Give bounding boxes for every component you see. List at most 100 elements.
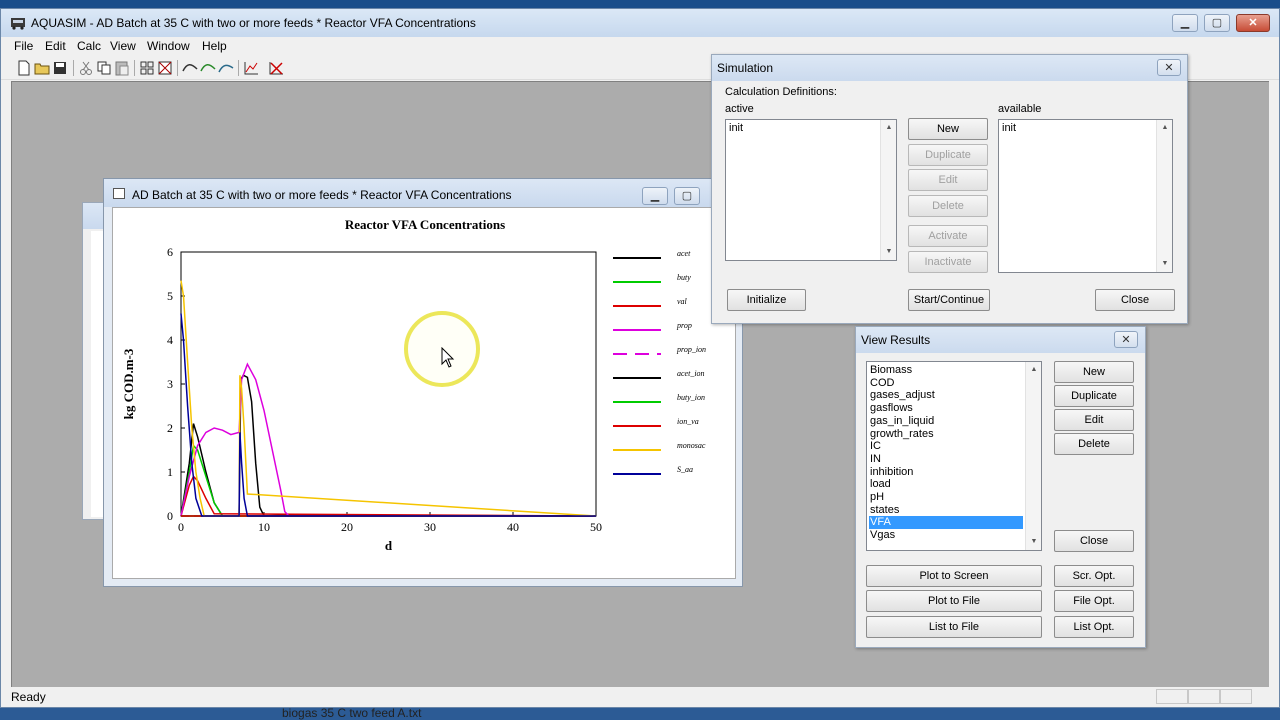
maximize-icon: ▢ — [1211, 17, 1223, 29]
copy-icon[interactable] — [95, 59, 113, 77]
x-tick-label: 40 — [507, 520, 519, 534]
legend-label-S_aa: S_aa — [677, 465, 693, 474]
cut-icon[interactable] — [77, 59, 95, 77]
menu-file[interactable]: File — [14, 39, 33, 53]
available-list[interactable]: init ▲ ▼ — [998, 119, 1173, 273]
results-list-scrollbar[interactable]: ▲ ▼ — [1025, 362, 1041, 550]
results-list-item[interactable]: gas_in_liquid — [869, 415, 1023, 428]
plot-icon[interactable] — [242, 59, 260, 77]
compartment-icon[interactable] — [156, 59, 174, 77]
simulation-close-button[interactable]: ✕ — [1157, 59, 1181, 76]
y-tick-label: 1 — [167, 465, 173, 479]
results-list-item[interactable]: pH — [869, 491, 1023, 504]
plot-window-titlebar[interactable]: AD Batch at 35 C with two or more feeds … — [104, 179, 742, 207]
scroll-up-icon[interactable]: ▲ — [1157, 120, 1172, 136]
list-options-button[interactable]: List Opt. — [1054, 616, 1134, 638]
sim-duplicate-button[interactable]: Duplicate — [908, 144, 988, 166]
available-list-scrollbar[interactable]: ▲ ▼ — [1156, 120, 1172, 272]
curve-alt-icon[interactable] — [217, 59, 235, 77]
results-list-item[interactable]: inhibition — [869, 466, 1023, 479]
paste-icon[interactable] — [113, 59, 131, 77]
aquasim-app-icon[interactable] — [10, 15, 26, 30]
menu-window[interactable]: Window — [147, 39, 190, 53]
results-list-item[interactable]: states — [869, 504, 1023, 517]
plot-canvas: Reactor VFA Concentrations 0 10 20 30 40 50 0 1 2… — [112, 207, 736, 579]
plot-maximize-button[interactable]: ▢ — [674, 187, 700, 205]
sim-new-button[interactable]: New — [908, 118, 988, 140]
results-list-item[interactable]: load — [869, 478, 1023, 491]
sim-close-button[interactable]: Close — [1095, 289, 1175, 311]
results-list-item[interactable]: growth_rates — [869, 428, 1023, 441]
sim-inactivate-button[interactable]: Inactivate — [908, 251, 988, 273]
vr-close-button[interactable]: Close — [1054, 530, 1134, 552]
curve-green-icon[interactable] — [199, 59, 217, 77]
scroll-down-icon[interactable]: ▼ — [1157, 256, 1172, 272]
delete-plot-icon[interactable] — [267, 59, 285, 77]
toolbar-separator — [134, 60, 135, 76]
list-to-file-button[interactable]: List to File — [866, 616, 1042, 638]
vr-duplicate-button[interactable]: Duplicate — [1054, 385, 1134, 407]
legend-label-val: val — [677, 297, 688, 306]
mouse-pointer-icon — [441, 346, 455, 372]
view-results-close-icon-button[interactable]: ✕ — [1114, 331, 1138, 348]
x-tick-label: 30 — [424, 520, 436, 534]
minimize-button[interactable]: ▁ — [1172, 14, 1198, 32]
results-list-item[interactable]: Vgas — [869, 529, 1023, 542]
legend-label-buty: buty — [677, 273, 691, 282]
y-tick-label: 2 — [167, 421, 173, 435]
maximize-button[interactable]: ▢ — [1204, 14, 1230, 32]
close-icon: ✕ — [1248, 17, 1258, 29]
app-title-bar[interactable]: AQUASIM - AD Batch at 35 C with two or m… — [1, 9, 1279, 37]
vr-delete-button[interactable]: Delete — [1054, 433, 1134, 455]
view-results-dialog: View Results ✕ Vgas VFA states pH load inhibi… — [855, 326, 1146, 648]
x-tick-label: 10 — [258, 520, 270, 534]
start-continue-button[interactable]: Start/Continue — [908, 289, 990, 311]
close-button[interactable]: ✕ — [1236, 14, 1270, 32]
screen-options-button[interactable]: Scr. Opt. — [1054, 565, 1134, 587]
file-options-button[interactable]: File Opt. — [1054, 590, 1134, 612]
open-folder-icon[interactable] — [33, 59, 51, 77]
view-results-titlebar[interactable]: View Results ✕ — [856, 327, 1145, 353]
list-item[interactable]: init — [728, 122, 878, 135]
results-list-item[interactable]: VFA — [869, 516, 1023, 530]
scroll-up-icon[interactable]: ▲ — [1026, 362, 1041, 378]
plot-to-file-button[interactable]: Plot to File — [866, 590, 1042, 612]
x-tick-label: 20 — [341, 520, 353, 534]
grid-icon[interactable] — [138, 59, 156, 77]
plot-minimize-button[interactable]: ▁ — [642, 187, 668, 205]
scroll-down-icon[interactable]: ▼ — [881, 244, 896, 260]
list-item[interactable]: init — [1001, 122, 1154, 135]
menu-calc[interactable]: Calc — [77, 39, 101, 53]
y-axis-label: kg COD.m-3 — [121, 348, 136, 419]
plot-window-icon[interactable] — [113, 188, 125, 199]
legend-label-acet: acet — [677, 249, 691, 258]
sim-edit-button[interactable]: Edit — [908, 169, 988, 191]
sim-activate-button[interactable]: Activate — [908, 225, 988, 247]
scroll-down-icon[interactable]: ▼ — [1026, 534, 1041, 550]
results-list-item[interactable]: gasflows — [869, 402, 1023, 415]
sim-delete-button[interactable]: Delete — [908, 195, 988, 217]
simulation-titlebar[interactable]: Simulation ✕ — [712, 55, 1187, 81]
x-axis-label: d — [385, 538, 393, 553]
x-tick-label: 50 — [590, 520, 602, 534]
menu-view[interactable]: View — [110, 39, 136, 53]
legend-label-acet_ion: acet_ion — [677, 369, 705, 378]
results-list-item[interactable]: gases_adjust — [869, 389, 1023, 402]
save-icon[interactable] — [51, 59, 69, 77]
plot-to-screen-button[interactable]: Plot to Screen — [866, 565, 1042, 587]
results-list-item[interactable]: COD — [869, 377, 1023, 390]
vr-new-button[interactable]: New — [1054, 361, 1134, 383]
initialize-button[interactable]: Initialize — [727, 289, 806, 311]
new-file-icon[interactable] — [15, 59, 33, 77]
menu-help[interactable]: Help — [202, 39, 227, 53]
menu-edit[interactable]: Edit — [45, 39, 66, 53]
active-list-scrollbar[interactable]: ▲ ▼ — [880, 120, 896, 260]
results-list[interactable]: Vgas VFA states pH load inhibition IN IC growth_… — [866, 361, 1042, 551]
active-list[interactable]: init ▲ ▼ — [725, 119, 897, 261]
curve-icon[interactable] — [181, 59, 199, 77]
vr-edit-button[interactable]: Edit — [1054, 409, 1134, 431]
results-list-item[interactable]: Biomass — [869, 364, 1023, 377]
results-list-item[interactable]: IN — [869, 453, 1023, 466]
results-list-item[interactable]: IC — [869, 440, 1023, 453]
scroll-up-icon[interactable]: ▲ — [881, 120, 896, 136]
